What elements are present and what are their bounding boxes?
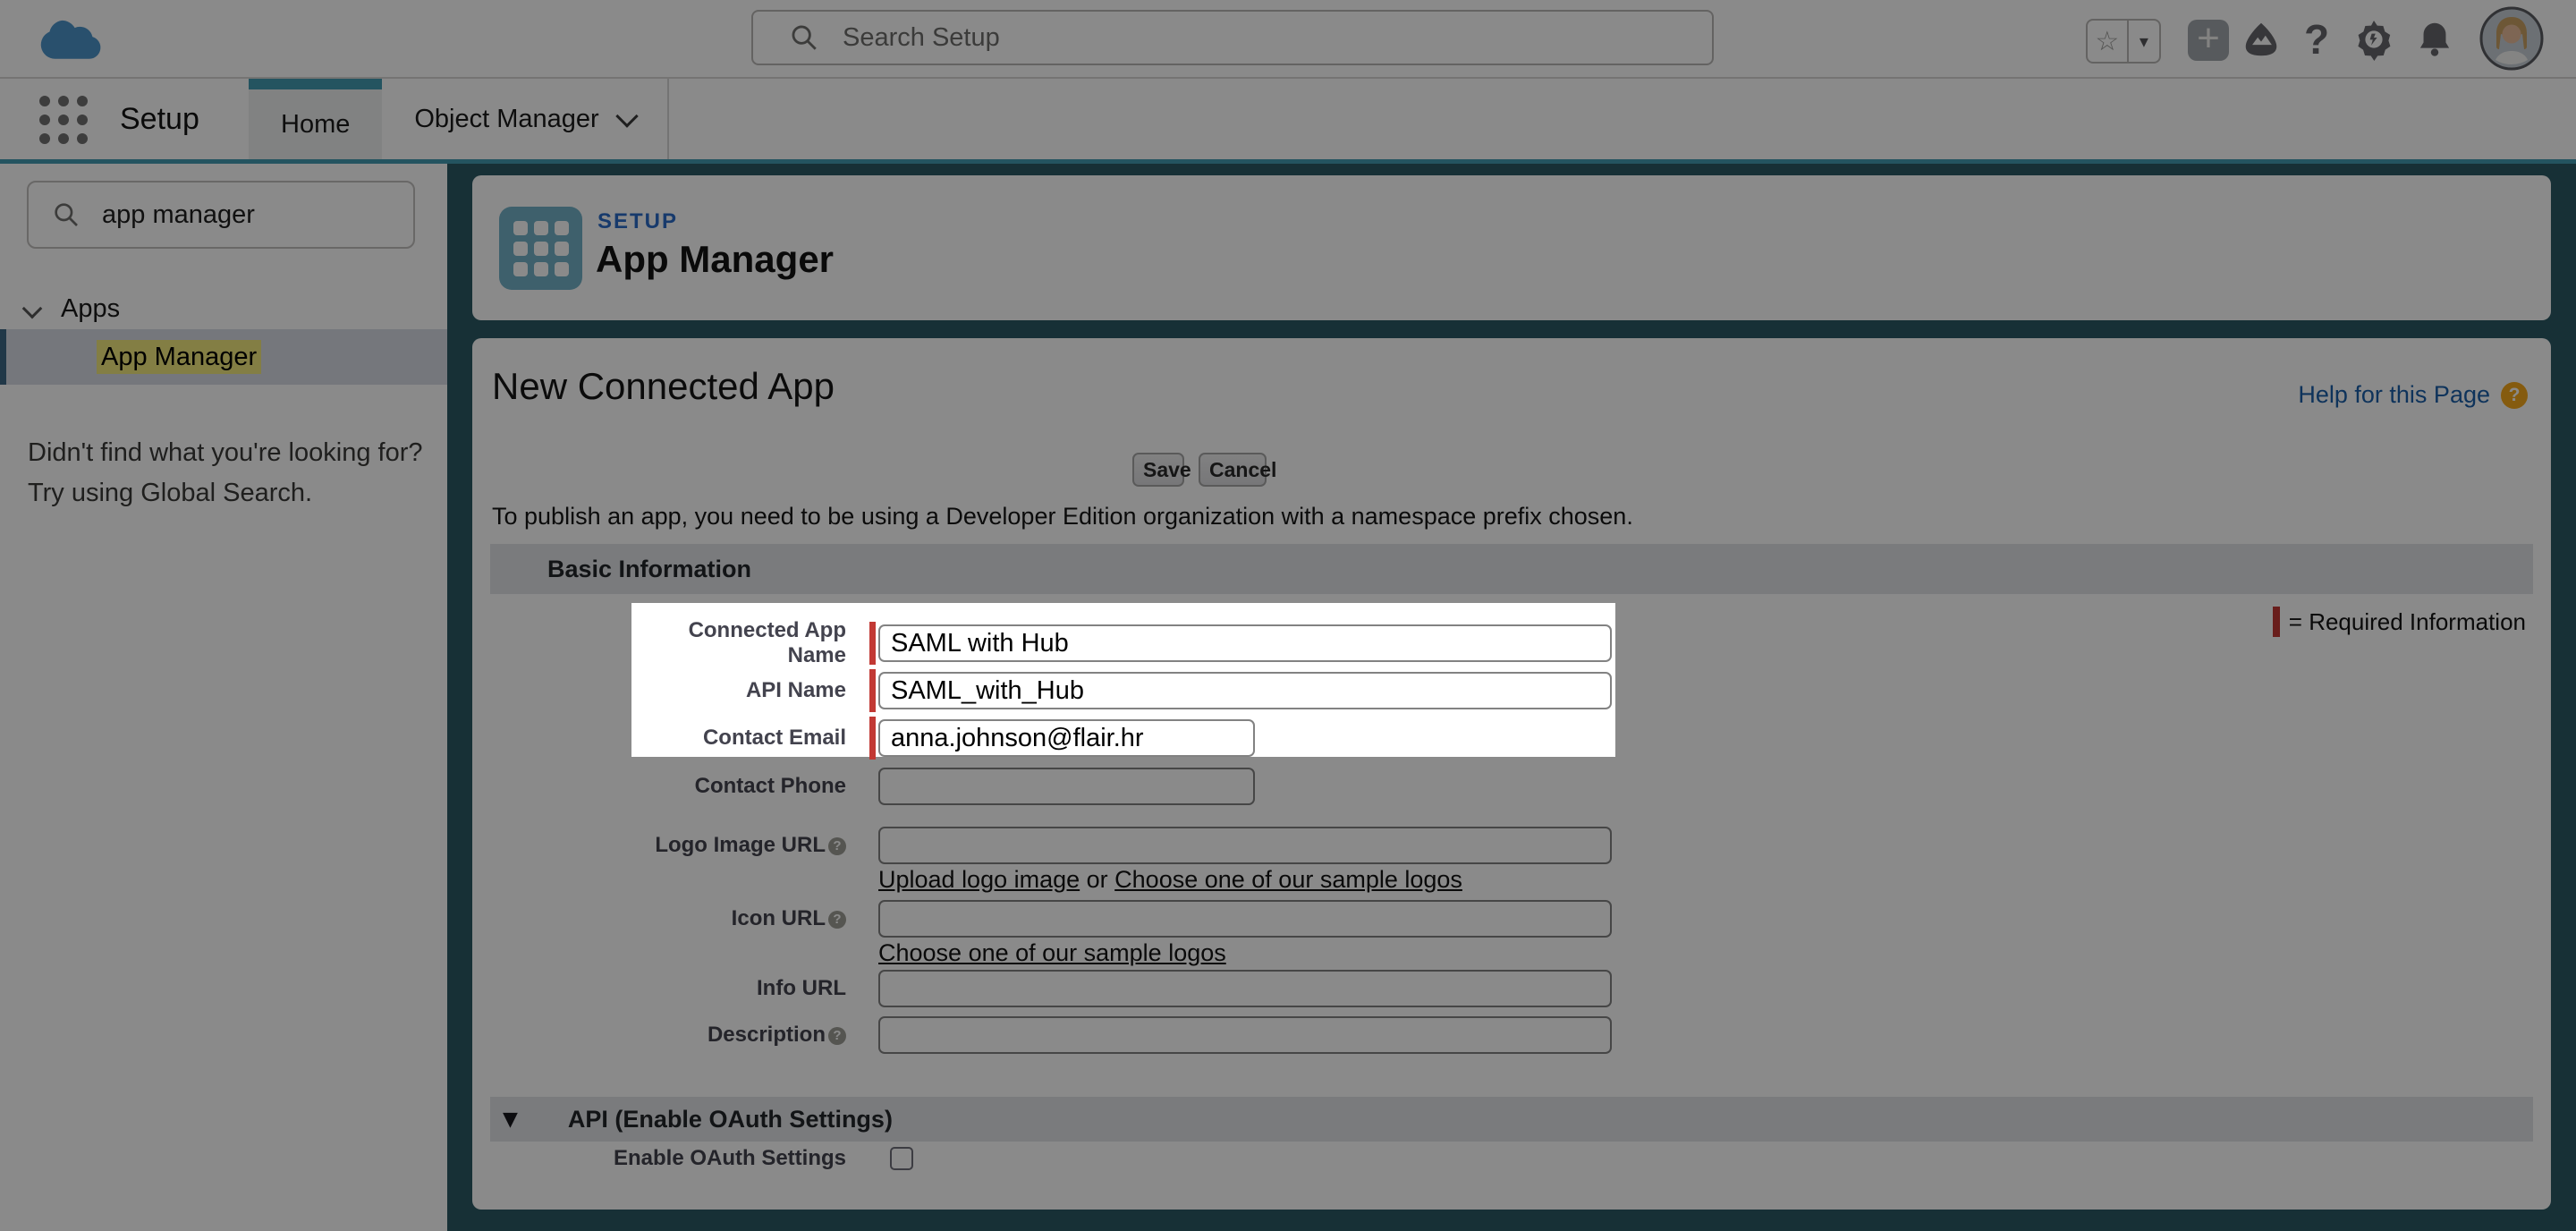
- required-indicator: [869, 622, 876, 665]
- help-icon[interactable]: ?: [2295, 0, 2338, 79]
- enable-oauth-checkbox[interactable]: [890, 1147, 913, 1170]
- app-launcher-icon[interactable]: [39, 96, 88, 144]
- global-search: [751, 10, 1714, 65]
- required-indicator: [869, 669, 876, 712]
- help-question-icon[interactable]: ?: [2501, 381, 2528, 409]
- global-header: ☆ ▾ + ?: [0, 0, 2576, 79]
- app-manager-icon: [499, 207, 582, 290]
- save-button[interactable]: Save: [1132, 453, 1191, 487]
- setup-gear-icon[interactable]: [2352, 0, 2395, 79]
- connected-app-name-row: Connected App Name: [631, 618, 1612, 667]
- favorites-caret-icon[interactable]: ▾: [2126, 21, 2159, 62]
- help-for-this-page: Help for this Page ?: [2298, 381, 2528, 409]
- api-name-row: API Name: [631, 669, 1612, 712]
- tab-object-manager[interactable]: Object Manager: [382, 79, 669, 159]
- setup-tabs: Home Object Manager: [249, 79, 669, 159]
- field-help-icon[interactable]: ?: [828, 1027, 846, 1045]
- required-indicator: [869, 717, 876, 760]
- page-header-card: SETUP App Manager: [472, 175, 2551, 320]
- user-avatar[interactable]: [2479, 6, 2544, 71]
- help-for-this-page-link[interactable]: Help for this Page: [2298, 381, 2490, 409]
- page-title: App Manager: [596, 238, 835, 280]
- sidebar-item-app-manager[interactable]: App Manager: [0, 329, 447, 385]
- logo-image-url-row: Logo Image URL?: [472, 827, 1612, 864]
- new-connected-app-card: New Connected App Help for this Page ? S…: [472, 338, 2551, 1210]
- chevron-down-icon: [614, 105, 639, 128]
- connected-app-name-input[interactable]: [878, 624, 1612, 662]
- salesforce-cloud-logo: [40, 20, 101, 59]
- required-indicator: [2272, 607, 2280, 637]
- setup-sidebar: Apps App Manager Didn't find what you're…: [0, 164, 447, 1231]
- enable-oauth-label: Enable OAuth Settings: [613, 1146, 846, 1170]
- search-match-highlight: App Manager: [97, 339, 262, 374]
- contact-phone-input[interactable]: [878, 768, 1255, 805]
- publish-note: To publish an app, you need to be using …: [492, 503, 1633, 530]
- contact-email-row: Contact Email: [631, 717, 1255, 760]
- salesforce-setup-window: ☆ ▾ + ?: [0, 0, 2576, 1231]
- choose-sample-logo-link[interactable]: Choose one of our sample logos: [1114, 866, 1462, 893]
- search-icon: [792, 25, 817, 50]
- contact-phone-label: Contact Phone: [694, 774, 846, 798]
- icon-links: Choose one of our sample logos: [878, 939, 1226, 967]
- info-url-input[interactable]: [878, 970, 1612, 1007]
- contact-email-input[interactable]: [878, 719, 1255, 757]
- quick-find-input[interactable]: [100, 199, 399, 231]
- api-name-label: API Name: [745, 678, 846, 702]
- section-api-oauth: ▼ API (Enable OAuth Settings): [490, 1097, 2533, 1142]
- favorites-star-icon[interactable]: ☆: [2088, 21, 2127, 62]
- description-row: Description?: [472, 1016, 1612, 1054]
- enable-oauth-row: Enable OAuth Settings: [472, 1145, 913, 1172]
- search-icon: [55, 203, 78, 226]
- walkthrough-spotlight: Connected App Name API Name Contact Emai…: [631, 603, 1615, 760]
- form-title: New Connected App: [492, 365, 835, 407]
- api-name-input[interactable]: [878, 672, 1612, 709]
- icon-url-label: Icon URL: [731, 906, 826, 930]
- global-actions-add-icon[interactable]: +: [2188, 19, 2229, 61]
- setup-app-label: Setup: [120, 101, 199, 136]
- favorites-button-group: ☆ ▾: [2086, 19, 2161, 64]
- field-help-icon[interactable]: ?: [828, 911, 846, 929]
- upload-logo-image-link[interactable]: Upload logo image: [878, 866, 1080, 893]
- contact-email-label: Contact Email: [702, 726, 846, 750]
- description-label: Description: [707, 1023, 826, 1047]
- section-basic-information: Basic Information: [490, 544, 2533, 594]
- logo-image-url-input[interactable]: [878, 827, 1612, 864]
- tab-home[interactable]: Home: [249, 79, 383, 159]
- sidebar-group-apps[interactable]: Apps: [0, 284, 447, 334]
- guidance-center-icon[interactable]: [2240, 0, 2283, 79]
- chevron-down-icon: [21, 298, 43, 319]
- icon-url-row: Icon URL?: [472, 900, 1612, 938]
- logo-links: Upload logo image or Choose one of our s…: [878, 866, 1462, 893]
- setup-content-area: SETUP App Manager New Connected App Help…: [447, 164, 2576, 1231]
- choose-sample-logo-link[interactable]: Choose one of our sample logos: [878, 939, 1226, 966]
- cancel-button[interactable]: Cancel: [1199, 453, 1276, 487]
- notifications-bell-icon[interactable]: [2413, 0, 2456, 79]
- global-search-input[interactable]: [841, 21, 1560, 54]
- collapse-triangle-icon[interactable]: ▼: [503, 1108, 518, 1131]
- logo-image-url-label: Logo Image URL: [655, 833, 826, 857]
- contact-phone-row: Contact Phone: [472, 768, 1255, 805]
- setup-navbar: Setup Home Object Manager: [0, 79, 2576, 164]
- field-help-icon[interactable]: ?: [828, 837, 846, 855]
- info-url-row: Info URL: [472, 970, 1612, 1007]
- breadcrumb: SETUP: [597, 209, 679, 233]
- description-input[interactable]: [878, 1016, 1612, 1054]
- sidebar-quick-find: [27, 181, 415, 249]
- icon-url-input[interactable]: [878, 900, 1612, 938]
- sidebar-global-search-hint: Didn't find what you're looking for? Try…: [28, 438, 423, 507]
- required-information-legend: = Required Information: [2272, 607, 2526, 637]
- connected-app-name-label: Connected App Name: [688, 618, 846, 667]
- info-url-label: Info URL: [757, 976, 846, 1000]
